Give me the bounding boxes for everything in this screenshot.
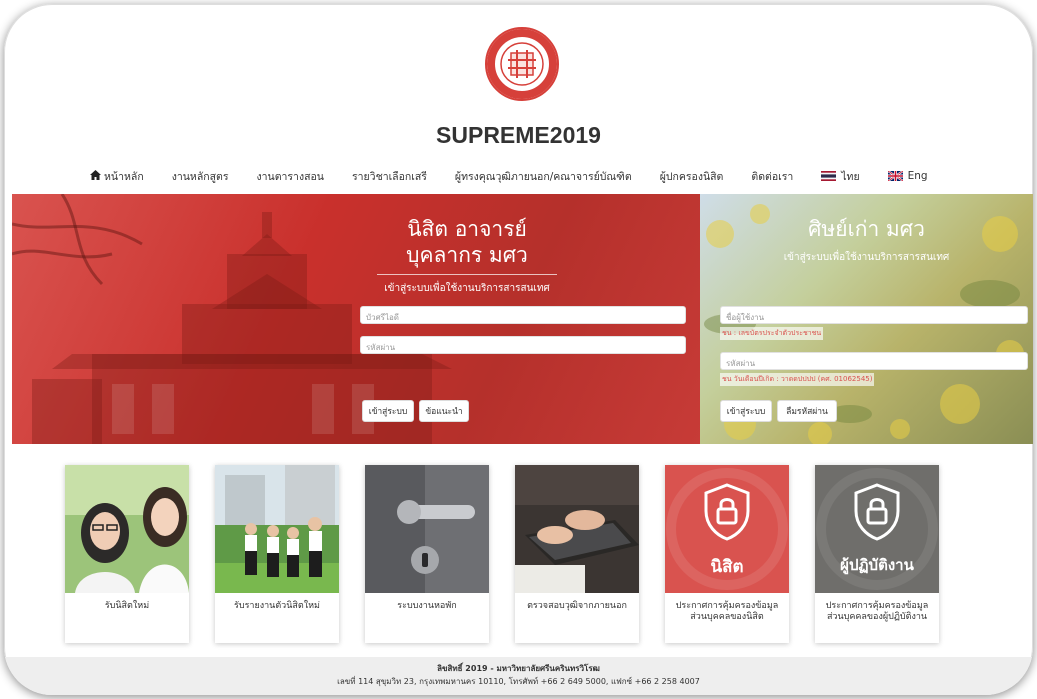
shield-lock-icon — [854, 483, 900, 541]
staff-password-input[interactable]: รหัสผ่าน — [360, 336, 686, 354]
staff-help-button[interactable]: ข้อแนะนำ — [419, 400, 469, 422]
laptop-typing-photo — [515, 465, 639, 593]
staff-subtitle: เข้าสู่ระบบเพื่อใช้งานบริการสารสนเทศ — [384, 283, 550, 294]
nav-item-contact[interactable]: ติดต่อเรา — [751, 168, 793, 185]
footer-address: เลขที่ 114 สุขุมวิท 23, กรุงเทพมหานคร 10… — [337, 677, 700, 686]
footer: ลิขสิทธิ์ 2019 - มหาวิทยาลัยศรีนครินทรวิ… — [4, 657, 1033, 695]
card-dormitory-label: ระบบงานหอพัก — [397, 601, 457, 611]
staff-privacy-banner: ผู้ปฏิบัติงาน — [815, 465, 939, 593]
card-staff-privacy-label: ประกาศการคุ้มครองข้อมูลส่วนบุคคลของผู้ปฏ… — [825, 601, 929, 622]
nav-item-home[interactable]: หน้าหลัก — [90, 168, 144, 185]
staff-privacy-overlay-text: ผู้ปฏิบัติงาน — [840, 556, 914, 574]
card-staff-privacy[interactable]: ผู้ปฏิบัติงาน ประกาศการคุ้มครองข้อมูลส่ว… — [815, 465, 939, 643]
card-new-student-report-label: รับรายงานตัวนิสิตใหม่ — [234, 601, 320, 611]
nav-home-label: หน้าหลัก — [104, 170, 144, 183]
staff-title-line1: นิสิต อาจารย์ — [407, 217, 527, 241]
lang-en-label: Eng — [907, 170, 928, 182]
card-student-privacy-label: ประกาศการคุ้มครองข้อมูลส่วนบุคคลของนิสิต — [675, 601, 779, 622]
thai-flag-icon — [821, 171, 837, 181]
staff-login-button[interactable]: เข้าสู่ระบบ — [362, 400, 414, 422]
site-title: SUPREME2019 — [436, 122, 601, 148]
nav-item-free-elective[interactable]: รายวิชาเลือกเสรี — [352, 168, 427, 185]
lang-th-label: ไทย — [841, 170, 860, 183]
nav-item-parents[interactable]: ผู้ปกครองนิสิต — [660, 168, 724, 185]
alumni-username-input[interactable]: ชื่อผู้ใช้งาน — [720, 306, 1028, 324]
card-dormitory[interactable]: ระบบงานหอพัก — [365, 465, 489, 643]
home-icon — [90, 169, 101, 183]
dormitory-photo — [365, 465, 489, 593]
alumni-login-panel: ศิษย์เก่า มศว เข้าสู่ระบบเพื่อใช้งานบริก… — [700, 194, 1033, 444]
card-external-verification[interactable]: ตรวจสอบวุฒิจากภายนอก — [515, 465, 639, 643]
university-logo[interactable] — [484, 26, 560, 102]
nav-item-lang-en[interactable]: Eng — [887, 170, 928, 182]
new-student-report-photo — [215, 465, 339, 593]
alumni-login-button[interactable]: เข้าสู่ระบบ — [720, 400, 772, 422]
new-students-photo — [65, 465, 189, 593]
nav-item-timetable[interactable]: งานตารางสอน — [257, 168, 324, 185]
nav-item-external-experts[interactable]: ผู้ทรงคุณวุฒิภายนอก/คณาจารย์บัณฑิต — [455, 168, 632, 185]
shield-lock-icon — [704, 483, 750, 541]
card-student-privacy[interactable]: นิสิต ประกาศการคุ้มครองข้อมูลส่วนบุคคลขอ… — [665, 465, 789, 643]
page-frame: SUPREME2019 หน้าหลัก งานหลักสูตร งานตารา… — [4, 4, 1033, 695]
staff-login-heading: นิสิต อาจารย์ บุคลากร มศว เข้าสู่ระบบเพื… — [362, 216, 572, 296]
staff-login-panel: นิสิต อาจารย์ บุคลากร มศว เข้าสู่ระบบเพื… — [12, 194, 700, 444]
main-nav: หน้าหลัก งานหลักสูตร งานตารางสอน รายวิชา… — [90, 167, 928, 185]
card-external-verification-label: ตรวจสอบวุฒิจากภายนอก — [527, 601, 627, 611]
alumni-username-hint: ชน : เลขบัตรประจำตัวประชาชน — [720, 327, 824, 340]
footer-copyright: ลิขสิทธิ์ 2019 - มหาวิทยาลัยศรีนครินทรวิ… — [437, 664, 600, 673]
alumni-title: ศิษย์เก่า มศว — [808, 217, 925, 241]
card-new-students[interactable]: รับนิสิตใหม่ — [65, 465, 189, 643]
card-new-students-label: รับนิสิตใหม่ — [104, 601, 150, 611]
nav-item-lang-th[interactable]: ไทย — [821, 168, 860, 185]
card-new-student-report[interactable]: รับรายงานตัวนิสิตใหม่ — [215, 465, 339, 643]
heading-divider — [377, 274, 557, 275]
nav-item-curriculum[interactable]: งานหลักสูตร — [172, 168, 229, 185]
student-privacy-banner: นิสิต — [665, 465, 789, 593]
alumni-password-hint: ชน วันเดือนปีเกิด : วาดดปปปป (คศ. 010625… — [720, 373, 875, 386]
student-privacy-overlay-text: นิสิต — [710, 557, 744, 577]
forgot-password-button[interactable]: ลืมรหัสผ่าน — [777, 400, 837, 422]
buasri-id-input[interactable]: บัวศรีไอดี — [360, 306, 686, 324]
uk-flag-icon — [887, 170, 904, 182]
alumni-subtitle: เข้าสู่ระบบเพื่อใช้งานบริการสารสนเทศ — [783, 252, 950, 263]
alumni-login-heading: ศิษย์เก่า มศว เข้าสู่ระบบเพื่อใช้งานบริก… — [730, 216, 1003, 265]
alumni-password-input[interactable]: รหัสผ่าน — [720, 352, 1028, 370]
staff-title-line2: บุคลากร มศว — [406, 243, 528, 267]
